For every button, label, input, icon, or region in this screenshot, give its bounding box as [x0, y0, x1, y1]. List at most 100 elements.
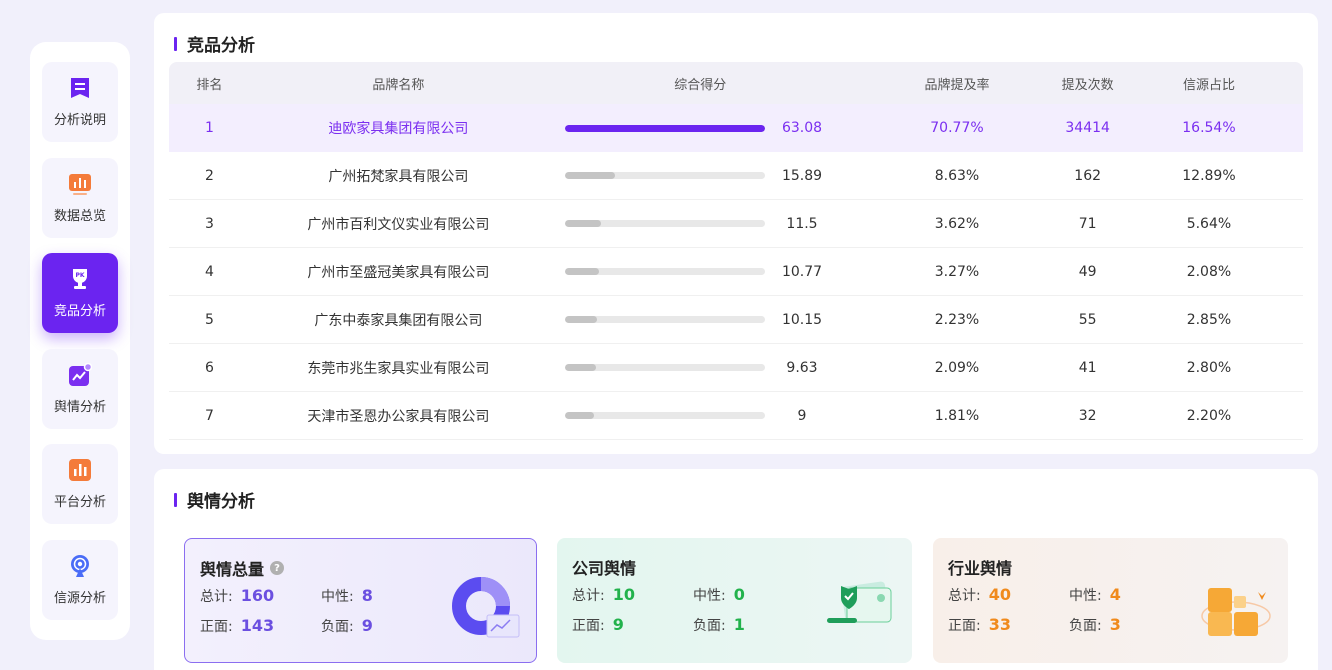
- platform-chart-icon: [68, 458, 92, 482]
- stat-value: 3: [1109, 615, 1121, 634]
- cell-score: 15.89: [547, 168, 854, 184]
- cell-source-share: 2.80%: [1186, 359, 1232, 376]
- cell-mention-rate: 2.09%: [934, 359, 980, 376]
- stat-value: 1: [733, 615, 745, 634]
- stat-value: 4: [1109, 585, 1121, 604]
- cell-brand: 东莞市兆生家具实业有限公司: [307, 360, 490, 377]
- sidebar-item-label: 舆情分析: [53, 400, 106, 415]
- table-row[interactable]: 2 广州拓梵家具有限公司 15.89 8.63% 162 12.89%: [169, 152, 1303, 200]
- sidebar-item-label: 竞品分析: [53, 304, 106, 319]
- score-progress-bar: [565, 220, 765, 227]
- score-value: 10.77: [781, 263, 823, 280]
- sidebar-item-competitor-analysis[interactable]: PK 竞品分析: [42, 253, 118, 333]
- section-title-text: 舆情分析: [187, 492, 255, 512]
- broadcast-icon: [68, 554, 92, 578]
- donut-chart-illustration-icon: [445, 573, 525, 647]
- score-value: 9: [797, 407, 807, 424]
- stat-value: 9: [361, 616, 373, 635]
- column-header-brand[interactable]: 品牌名称: [250, 74, 547, 93]
- cell-rank: 3: [204, 215, 214, 232]
- cell-brand: 广东中泰家具集团有限公司: [314, 312, 483, 329]
- table-row[interactable]: 6 东莞市兆生家具实业有限公司 9.63 2.09% 41 2.80%: [169, 344, 1303, 392]
- score-progress-fill: [565, 316, 598, 323]
- score-progress-fill: [565, 172, 616, 179]
- stat-label: 正面:: [948, 618, 981, 634]
- stat-neutral: 中性: 4: [1069, 585, 1121, 605]
- sidebar-item-platform-analysis[interactable]: 平台分析: [42, 444, 118, 524]
- stat-label: 总计:: [200, 589, 233, 605]
- cell-brand: 广州市百利文仪实业有限公司: [307, 216, 490, 233]
- column-header-mention-rate[interactable]: 品牌提及率: [854, 74, 1061, 93]
- sidebar-item-sentiment-analysis[interactable]: 舆情分析: [42, 349, 118, 429]
- question-icon[interactable]: ?: [270, 561, 285, 575]
- table-header: 排名 品牌名称 综合得分 品牌提及率 提及次数 信源占比: [169, 62, 1303, 104]
- cell-mention-count: 32: [1078, 407, 1097, 424]
- cell-mention-rate: 70.77%: [930, 120, 984, 136]
- stat-label: 中性:: [321, 589, 354, 605]
- stat-total: 总计: 40: [948, 585, 1011, 605]
- cell-source-share: 2.20%: [1186, 407, 1232, 424]
- blocks-illustration-icon: [1198, 578, 1272, 646]
- cell-brand: 天津市圣恩办公家具有限公司: [307, 408, 490, 425]
- column-header-mention-count[interactable]: 提及次数: [1060, 74, 1115, 93]
- section-title: 舆情分析: [174, 487, 255, 512]
- stat-value: 143: [240, 616, 275, 635]
- card-title-text: 公司舆情: [572, 559, 637, 578]
- table-row[interactable]: 7 天津市圣恩办公家具有限公司 9 1.81% 32 2.20%: [169, 392, 1303, 440]
- title-accent-bar: [174, 492, 177, 507]
- sentiment-total-card[interactable]: 舆情总量 ? 总计: 160 中性: 8 正面: 143 负面: 9: [184, 538, 537, 663]
- cell-score: 10.77: [547, 264, 854, 280]
- score-progress-fill: [565, 124, 765, 132]
- stat-label: 负面:: [1069, 618, 1102, 634]
- cell-score: 9: [547, 408, 854, 424]
- cell-mention-count: 71: [1078, 215, 1097, 232]
- competitor-table: 排名 品牌名称 综合得分 品牌提及率 提及次数 信源占比 1 迪欧家具集团有限公司…: [169, 62, 1303, 440]
- score-progress-fill: [565, 220, 602, 227]
- stat-value: 10: [612, 585, 635, 604]
- stat-value: 0: [733, 585, 745, 604]
- trend-icon: [68, 363, 92, 387]
- sidebar-nav: 分析说明 数据总览 PK 竞品分析 舆情分析 平台分析 信源分析: [30, 42, 130, 640]
- cell-source-share: 2.85%: [1186, 311, 1232, 328]
- sidebar-item-data-overview[interactable]: 数据总览: [42, 158, 118, 238]
- sentiment-industry-card[interactable]: 行业舆情 总计: 40 中性: 4 正面: 33 负面: 3: [933, 538, 1288, 663]
- sidebar-item-source-analysis[interactable]: 信源分析: [42, 540, 118, 620]
- score-progress-bar: [565, 172, 765, 179]
- competitor-analysis-panel: 竞品分析 排名 品牌名称 综合得分 品牌提及率 提及次数 信源占比 1 迪欧家具集…: [154, 13, 1318, 454]
- cell-mention-rate: 3.62%: [934, 215, 980, 232]
- stat-total: 总计: 10: [572, 585, 635, 605]
- sidebar-item-analysis-notes[interactable]: 分析说明: [42, 62, 118, 142]
- sidebar-item-label: 信源分析: [53, 591, 106, 606]
- sidebar-item-label: 平台分析: [53, 495, 106, 510]
- card-title-text: 行业舆情: [948, 559, 1013, 578]
- column-header-score[interactable]: 综合得分: [547, 74, 854, 93]
- score-progress-bar: [565, 364, 765, 371]
- cell-brand: 广州市至盛冠美家具有限公司: [307, 264, 490, 281]
- cell-mention-count: 162: [1074, 167, 1102, 184]
- column-header-source-share[interactable]: 信源占比: [1115, 74, 1303, 93]
- stat-value: 160: [240, 586, 275, 605]
- cell-brand: 广州拓梵家具有限公司: [328, 168, 469, 185]
- table-body: 1 迪欧家具集团有限公司 63.08 70.77% 34414 16.54% 2 广州拓梵家具…: [169, 104, 1303, 440]
- table-row[interactable]: 3 广州市百利文仪实业有限公司 11.5 3.62% 71 5.64%: [169, 200, 1303, 248]
- table-row[interactable]: 4 广州市至盛冠美家具有限公司 10.77 3.27% 49 2.08%: [169, 248, 1303, 296]
- trophy-icon: PK: [68, 267, 92, 291]
- sentiment-company-card[interactable]: 公司舆情 总计: 10 中性: 0 正面: 9 负面: 1: [557, 538, 912, 663]
- score-progress-bar: [565, 268, 765, 275]
- cell-mention-count: 49: [1078, 263, 1097, 280]
- column-header-rank[interactable]: 排名: [169, 74, 250, 93]
- table-row[interactable]: 1 迪欧家具集团有限公司 63.08 70.77% 34414 16.54%: [169, 104, 1303, 152]
- table-row[interactable]: 5 广东中泰家具集团有限公司 10.15 2.23% 55 2.85%: [169, 296, 1303, 344]
- score-value: 10.15: [781, 311, 823, 328]
- card-title: 舆情总量 ?: [200, 556, 285, 580]
- stat-negative: 负面: 1: [693, 615, 745, 635]
- stat-positive: 正面: 33: [948, 615, 1011, 635]
- stat-total: 总计: 160: [200, 586, 274, 606]
- stat-label: 总计:: [948, 588, 981, 604]
- cell-score: 63.08: [547, 120, 854, 136]
- cell-rank: 6: [204, 359, 214, 376]
- card-title: 公司舆情: [572, 555, 636, 579]
- cell-rank: 5: [204, 311, 214, 328]
- cell-mention-rate: 2.23%: [934, 311, 980, 328]
- stat-negative: 负面: 9: [321, 616, 373, 636]
